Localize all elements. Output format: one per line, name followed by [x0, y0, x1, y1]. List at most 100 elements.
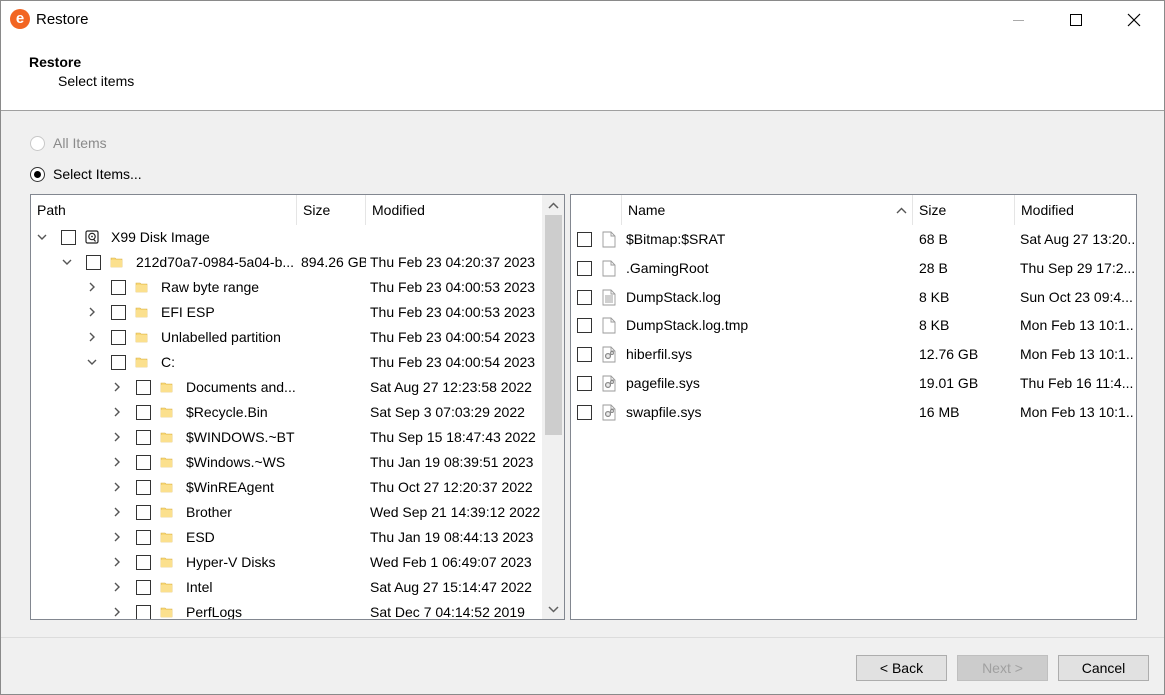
- file-row-checkbox[interactable]: [577, 376, 592, 391]
- next-button[interactable]: Next >: [957, 655, 1048, 681]
- all-items-option[interactable]: All Items: [30, 135, 107, 151]
- tree-row[interactable]: $Recycle.Bin Sat Sep 3 07:03:29 2022: [31, 400, 543, 425]
- select-items-option[interactable]: Select Items...: [30, 166, 142, 182]
- tree-row-name: Documents and...: [186, 379, 296, 395]
- tree-row-checkbox[interactable]: [136, 430, 151, 445]
- tree-row[interactable]: $WINDOWS.~BT Thu Sep 15 18:47:43 2022: [31, 425, 543, 450]
- tree-row-checkbox[interactable]: [86, 255, 101, 270]
- tree-row-checkbox[interactable]: [111, 280, 126, 295]
- all-items-radio[interactable]: [30, 135, 45, 151]
- chevron-right-icon[interactable]: [87, 332, 97, 342]
- minimize-button[interactable]: [989, 1, 1047, 39]
- file-row[interactable]: DumpStack.log.tmp 8 KB Mon Feb 13 10:1...: [571, 311, 1136, 340]
- sort-ascending-icon: [896, 207, 907, 214]
- file-row-checkbox[interactable]: [577, 260, 592, 276]
- tree-row[interactable]: $WinREAgent Thu Oct 27 12:20:37 2022: [31, 475, 543, 500]
- tree-row[interactable]: X99 Disk Image: [31, 225, 543, 250]
- tree-row[interactable]: EFI ESP Thu Feb 23 04:00:53 2023: [31, 300, 543, 325]
- tree-row-checkbox[interactable]: [136, 605, 151, 619]
- file-row-checkbox[interactable]: [577, 232, 592, 247]
- file-list-panel[interactable]: Name Size Modified $Bitmap:$SRAT 68 B Sat …: [570, 194, 1137, 620]
- file-row-modified: Thu Feb 16 11:4...: [1020, 375, 1134, 391]
- tree-row[interactable]: C: Thu Feb 23 04:00:54 2023: [31, 350, 543, 375]
- chevron-right-icon[interactable]: [87, 282, 97, 292]
- tree-row-checkbox[interactable]: [136, 480, 151, 495]
- chevron-right-icon[interactable]: [87, 307, 97, 317]
- file-row[interactable]: DumpStack.log 8 KB Sun Oct 23 09:4...: [571, 283, 1136, 312]
- tree-row-checkbox[interactable]: [111, 355, 126, 370]
- tree-row-size: 894.26 GB: [301, 254, 366, 270]
- chevron-down-icon[interactable]: [37, 232, 47, 242]
- tree-row[interactable]: Brother Wed Sep 21 14:39:12 2022: [31, 500, 543, 525]
- file-row[interactable]: swapfile.sys 16 MB Mon Feb 13 10:1...: [571, 398, 1136, 427]
- chevron-down-icon[interactable]: [87, 357, 97, 367]
- tree-row[interactable]: ESD Thu Jan 19 08:44:13 2023: [31, 525, 543, 550]
- scroll-down-button[interactable]: [542, 599, 564, 619]
- tree-row-checkbox[interactable]: [136, 530, 151, 545]
- tree-row-name: C:: [161, 354, 175, 370]
- file-icon: [602, 260, 616, 277]
- folder-icon: [160, 582, 173, 593]
- file-row-checkbox[interactable]: [577, 404, 592, 420]
- back-button[interactable]: < Back: [856, 655, 947, 681]
- chevron-right-icon[interactable]: [112, 407, 122, 417]
- tree-row-checkbox[interactable]: [136, 555, 151, 570]
- file-row[interactable]: hiberfil.sys 12.76 GB Mon Feb 13 10:1...: [571, 340, 1136, 369]
- cancel-button[interactable]: Cancel: [1058, 655, 1149, 681]
- folder-icon: [160, 482, 173, 493]
- tree-row[interactable]: Intel Sat Aug 27 15:14:47 2022: [31, 575, 543, 600]
- tree-row-checkbox[interactable]: [136, 405, 151, 420]
- folder-icon: [160, 557, 173, 568]
- tree-row-modified: Sat Sep 3 07:03:29 2022: [370, 404, 525, 420]
- tree-row[interactable]: Raw byte range Thu Feb 23 04:00:53 2023: [31, 275, 543, 300]
- tree-row-checkbox[interactable]: [136, 505, 151, 520]
- file-modified-column-header[interactable]: Modified: [1015, 195, 1136, 225]
- chevron-right-icon[interactable]: [112, 557, 122, 567]
- size-column-header[interactable]: Size: [297, 195, 366, 225]
- tree-row[interactable]: Hyper-V Disks Wed Feb 1 06:49:07 2023: [31, 550, 543, 575]
- tree-row-name: Intel: [186, 579, 213, 595]
- chevron-right-icon[interactable]: [112, 507, 122, 517]
- tree-row[interactable]: PerfLogs Sat Dec 7 04:14:52 2019: [31, 600, 543, 619]
- tree-panel[interactable]: Path Size Modified X99 Disk Image 212d70a…: [30, 194, 565, 620]
- chevron-down-icon[interactable]: [62, 257, 72, 267]
- name-column-header[interactable]: Name: [622, 195, 913, 225]
- file-row-modified: Mon Feb 13 10:1...: [1020, 317, 1134, 334]
- chevron-right-icon[interactable]: [112, 607, 122, 617]
- chevron-right-icon[interactable]: [112, 532, 122, 542]
- file-size-column-header[interactable]: Size: [913, 195, 1015, 225]
- chevron-right-icon[interactable]: [112, 432, 122, 442]
- file-row[interactable]: .GamingRoot 28 B Thu Sep 29 17:2...: [571, 254, 1136, 283]
- path-column-header[interactable]: Path: [31, 195, 297, 225]
- file-row-checkbox[interactable]: [577, 318, 592, 334]
- select-items-label: Select Items...: [53, 166, 142, 182]
- select-items-radio[interactable]: [30, 166, 45, 182]
- scroll-thumb[interactable]: [545, 215, 562, 435]
- tree-row-checkbox[interactable]: [111, 305, 126, 320]
- chevron-right-icon[interactable]: [112, 582, 122, 592]
- tree-row-checkbox[interactable]: [136, 580, 151, 595]
- system-file-icon: [602, 404, 616, 421]
- chevron-right-icon[interactable]: [112, 457, 122, 467]
- chevron-right-icon[interactable]: [112, 482, 122, 492]
- tree-row[interactable]: Unlabelled partition Thu Feb 23 04:00:54 …: [31, 325, 543, 350]
- close-button[interactable]: [1105, 1, 1163, 39]
- tree-row-modified: Sat Aug 27 12:23:58 2022: [370, 379, 532, 395]
- tree-row-checkbox[interactable]: [111, 330, 126, 345]
- maximize-button[interactable]: [1047, 1, 1105, 39]
- tree-row-checkbox[interactable]: [61, 230, 76, 245]
- tree-scrollbar[interactable]: [542, 195, 564, 619]
- tree-row-checkbox[interactable]: [136, 455, 151, 470]
- tree-row-checkbox[interactable]: [136, 380, 151, 395]
- file-row-checkbox[interactable]: [577, 347, 592, 363]
- tree-row-modified: Thu Feb 23 04:00:53 2023: [370, 304, 536, 320]
- file-row[interactable]: $Bitmap:$SRAT 68 B Sat Aug 27 13:20...: [571, 225, 1136, 254]
- tree-row[interactable]: Documents and... Sat Aug 27 12:23:58 2022: [31, 375, 543, 400]
- tree-row[interactable]: 212d70a7-0984-5a04-b... 894.26 GB Thu Feb …: [31, 250, 543, 275]
- modified-column-header[interactable]: Modified: [366, 195, 543, 225]
- file-row-checkbox[interactable]: [577, 289, 592, 305]
- file-row[interactable]: pagefile.sys 19.01 GB Thu Feb 16 11:4...: [571, 369, 1136, 398]
- scroll-up-button[interactable]: [542, 195, 564, 215]
- chevron-right-icon[interactable]: [112, 382, 122, 392]
- tree-row[interactable]: $Windows.~WS Thu Jan 19 08:39:51 2023: [31, 450, 543, 475]
